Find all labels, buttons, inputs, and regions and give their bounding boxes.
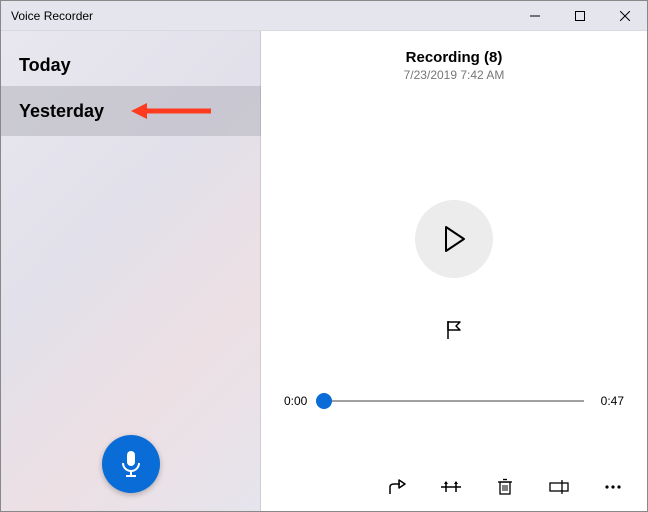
rename-button[interactable]: [547, 475, 571, 499]
trim-icon: [441, 479, 461, 495]
window-maximize[interactable]: [557, 1, 602, 31]
delete-button[interactable]: [493, 475, 517, 499]
flag-icon: [445, 320, 463, 340]
time-total: 0:47: [594, 394, 624, 408]
group-today[interactable]: Today: [1, 31, 261, 86]
play-button[interactable]: [415, 200, 493, 278]
trash-icon: [498, 478, 512, 496]
more-icon: [604, 484, 622, 490]
add-marker-button[interactable]: [440, 316, 468, 344]
recording-timestamp: 7/23/2019 7:42 AM: [404, 68, 505, 82]
share-button[interactable]: [385, 475, 409, 499]
titlebar: Voice Recorder: [1, 1, 647, 31]
recording-toolbar: [385, 475, 625, 499]
list-item-label: Yesterday: [19, 101, 104, 122]
app-window: Voice Recorder Today Yesterday: [0, 0, 648, 512]
play-icon: [442, 225, 466, 253]
more-button[interactable]: [601, 475, 625, 499]
share-icon: [388, 478, 406, 496]
trim-button[interactable]: [439, 475, 463, 499]
timeline-track[interactable]: [324, 400, 584, 402]
list-item-yesterday[interactable]: Yesterday: [1, 86, 261, 136]
player-panel: Recording (8) 7/23/2019 7:42 AM 0:00 0:4…: [261, 31, 647, 511]
minimize-icon: [530, 11, 540, 21]
record-button[interactable]: [102, 435, 160, 493]
close-icon: [620, 11, 630, 21]
recordings-sidebar: Today Yesterday: [1, 31, 261, 511]
app-body: Today Yesterday Recording (8) 7/23/201: [1, 31, 647, 511]
playback-timeline: 0:00 0:47: [284, 394, 624, 408]
timeline-thumb[interactable]: [316, 393, 332, 409]
window-close[interactable]: [602, 1, 647, 31]
recording-title: Recording (8): [406, 49, 503, 66]
annotation-arrow: [131, 99, 211, 123]
window-minimize[interactable]: [512, 1, 557, 31]
maximize-icon: [575, 11, 585, 21]
rename-icon: [549, 480, 569, 494]
time-elapsed: 0:00: [284, 394, 314, 408]
window-title: Voice Recorder: [1, 9, 93, 23]
microphone-icon: [120, 450, 142, 478]
